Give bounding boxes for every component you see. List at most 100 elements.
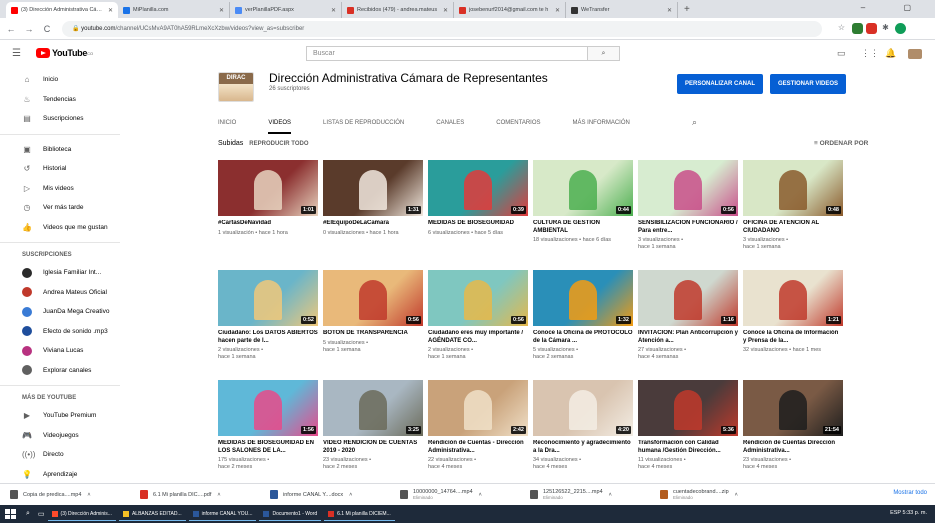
video-card[interactable]: 1:01 #CartasDeNavidad 1 visualización • ha… bbox=[218, 160, 318, 237]
video-thumbnail[interactable]: 0:44 bbox=[533, 160, 633, 216]
video-title[interactable]: MEDIDAS DE BIOSEGURIDAD bbox=[428, 220, 528, 228]
extension-icon[interactable] bbox=[866, 23, 877, 34]
profile-avatar[interactable] bbox=[895, 23, 906, 34]
video-card[interactable]: 0:44 CULTURA DE GESTION AMBIENTAL 18 visua… bbox=[533, 160, 633, 244]
sidebar-item-youtube-premium[interactable]: ▶ YouTube Premium bbox=[0, 406, 120, 426]
chevron-up-icon[interactable]: ˄ bbox=[609, 492, 612, 498]
sidebar-item-videojuegos[interactable]: 🎮 Videojuegos bbox=[0, 426, 120, 446]
subscription-item[interactable]: Andrea Mateus Oficial bbox=[0, 283, 120, 303]
sidebar-item-aprendizaje[interactable]: 💡 Aprendizaje bbox=[0, 465, 120, 485]
channel-avatar[interactable]: DIRAC bbox=[218, 72, 254, 102]
video-title[interactable]: Ciudadano eres muy importante / AGÉNDATE… bbox=[428, 330, 528, 345]
window-controls[interactable]: – ▢ bbox=[861, 3, 929, 12]
taskbar-app[interactable]: ALBANZAS EDITAD... bbox=[118, 507, 186, 521]
video-title[interactable]: Reconocimiento y agradecimiento a la Dra… bbox=[533, 440, 633, 455]
notifications-icon[interactable]: 🔔 bbox=[885, 48, 896, 59]
chevron-up-icon[interactable]: ˄ bbox=[87, 492, 90, 498]
chevron-up-icon[interactable]: ˄ bbox=[349, 492, 352, 498]
sidebar-item-tendencias[interactable]: ♨ Tendencias bbox=[0, 90, 120, 110]
video-card[interactable]: 1:16 INVITACIÓN: Plan Anticorrupción y At… bbox=[638, 270, 738, 361]
sidebar-item-inicio[interactable]: ⌂ Inicio bbox=[0, 70, 120, 90]
taskbar-app[interactable]: 6.1 Mi planilla DICIEM... bbox=[324, 507, 395, 521]
video-thumbnail[interactable]: 0:48 bbox=[743, 160, 843, 216]
tab-listas-de-reproducci-n[interactable]: LISTAS DE REPRODUCCIÓN bbox=[323, 112, 404, 134]
apps-icon[interactable]: ⋮⋮ bbox=[861, 48, 879, 59]
video-title[interactable]: INVITACIÓN: Plan Anticorrupción y Atenci… bbox=[638, 330, 738, 345]
subscription-item[interactable]: Explorar canales bbox=[0, 361, 120, 381]
video-title[interactable]: #CartasDeNavidad bbox=[218, 220, 318, 228]
video-title[interactable]: Rendición de Cuentas - Dirección Adminis… bbox=[428, 440, 528, 455]
video-thumbnail[interactable]: 0:56 bbox=[638, 160, 738, 216]
video-thumbnail[interactable]: 0:56 bbox=[428, 270, 528, 326]
video-title[interactable]: Conoce la Oficina de Información y Prens… bbox=[743, 330, 843, 345]
video-title[interactable]: Transformación con Calidad humana /Gesti… bbox=[638, 440, 738, 455]
video-title[interactable]: MEDIDAS DE BIOSEGURIDAD EN LOS SALONES D… bbox=[218, 440, 318, 455]
video-title[interactable]: VIDEO RENDICION DE CUENTAS 2019 - 2020 bbox=[323, 440, 423, 455]
play-all-button[interactable]: REPRODUCIR TODO bbox=[249, 141, 308, 147]
video-card[interactable]: 0:56 Ciudadano eres muy importante / AGÉN… bbox=[428, 270, 528, 361]
back-icon[interactable]: ← bbox=[4, 24, 18, 34]
sidebar-item-suscripciones[interactable]: ▤ Suscripciones bbox=[0, 109, 120, 129]
tab-canales[interactable]: CANALES bbox=[436, 112, 464, 134]
reload-icon[interactable]: C bbox=[40, 24, 54, 34]
star-icon[interactable]: ☆ bbox=[836, 23, 847, 34]
taskbar-app[interactable]: Documento1 - Word bbox=[259, 507, 322, 521]
video-thumbnail[interactable]: 1:21 bbox=[743, 270, 843, 326]
browser-tab[interactable]: (3) Dirección Administrativa Cám... ✕ bbox=[6, 2, 118, 18]
system-clock[interactable]: ESP 5:33 p. m. bbox=[890, 510, 927, 516]
browser-tab[interactable]: Recibidos (479) - andrea.mateus ✕ bbox=[342, 2, 454, 18]
video-thumbnail[interactable]: 2:42 bbox=[428, 380, 528, 436]
download-item[interactable]: cuentadecobrand....zip Eliminado ˄ bbox=[650, 489, 780, 500]
video-thumbnail[interactable]: 1:01 bbox=[218, 160, 318, 216]
video-title[interactable]: Ciudadano: Los DATOS ABIERTOS hacen part… bbox=[218, 330, 318, 345]
manage-videos-button[interactable]: GESTIONAR VIDEOS bbox=[770, 74, 847, 94]
tab-inicio[interactable]: INICIO bbox=[218, 112, 236, 134]
channel-search-icon[interactable]: ⌕ bbox=[692, 117, 697, 128]
puzzle-icon[interactable]: ✱ bbox=[880, 23, 891, 34]
url-field[interactable]: 🔒 youtube.com/channel/UCsMvA9AT0hA59RLme… bbox=[62, 21, 822, 37]
subscription-item[interactable]: Efecto de sonido .mp3 bbox=[0, 322, 120, 342]
sidebar-item-directo[interactable]: ((•)) Directo bbox=[0, 445, 120, 465]
video-card[interactable]: 5:36 Transformación con Calidad humana /G… bbox=[638, 380, 738, 471]
youtube-logo[interactable]: YouTube CO bbox=[36, 48, 93, 58]
sort-by-button[interactable]: ≡ ORDENAR POR bbox=[814, 140, 868, 147]
video-title[interactable]: SENSIBILIZACIÓN FUNCIONARIO / Para entre… bbox=[638, 220, 738, 235]
tab-videos[interactable]: VIDEOS bbox=[268, 112, 292, 134]
video-thumbnail[interactable]: 1:31 bbox=[323, 160, 423, 216]
video-title[interactable]: CULTURA DE GESTION AMBIENTAL bbox=[533, 220, 633, 235]
customize-channel-button[interactable]: PERSONALIZAR CANAL bbox=[677, 74, 763, 94]
video-title[interactable]: #ElEquipoDeLaCamara bbox=[323, 220, 423, 228]
sidebar-item-videos-que-me-gustan[interactable]: 👍 Videos que me gustan bbox=[0, 218, 120, 238]
video-card[interactable]: 1:31 #ElEquipoDeLaCamara 0 visualizaciones… bbox=[323, 160, 423, 237]
video-title[interactable]: OFICINA DE ATENCIÓN AL CIUDADANO bbox=[743, 220, 843, 235]
sidebar-item-mis-videos[interactable]: ▷ Mis videos bbox=[0, 179, 120, 199]
video-thumbnail[interactable]: 1:56 bbox=[218, 380, 318, 436]
tab-close-icon[interactable]: ✕ bbox=[219, 7, 224, 14]
video-thumbnail[interactable]: 3:25 bbox=[323, 380, 423, 436]
tab-close-icon[interactable]: ✕ bbox=[555, 7, 560, 14]
video-thumbnail[interactable]: 21:54 bbox=[743, 380, 843, 436]
tab-m-s-informaci-n[interactable]: MÁS INFORMACIÓN bbox=[573, 112, 630, 134]
download-item[interactable]: 125126522_2215....mp4 Eliminado ˄ bbox=[520, 489, 650, 500]
menu-icon[interactable]: ☰ bbox=[12, 48, 21, 59]
search-button[interactable]: ⌕ bbox=[588, 46, 620, 61]
subscription-item[interactable]: JuanDa Mega Creativo bbox=[0, 302, 120, 322]
tab-close-icon[interactable]: ✕ bbox=[108, 7, 113, 14]
browser-tab[interactable]: WeTransfer ✕ bbox=[566, 2, 678, 18]
start-icon[interactable] bbox=[4, 508, 18, 520]
video-title[interactable]: BOTON DE TRANSPARENCIA bbox=[323, 330, 423, 338]
new-tab-icon[interactable]: + bbox=[678, 2, 696, 18]
video-thumbnail[interactable]: 0:56 bbox=[323, 270, 423, 326]
video-thumbnail[interactable]: 1:16 bbox=[638, 270, 738, 326]
video-card[interactable]: 0:48 OFICINA DE ATENCIÓN AL CIUDADANO 3 vi… bbox=[743, 160, 843, 251]
forward-icon[interactable]: → bbox=[22, 24, 36, 34]
subscription-item[interactable]: Iglesia Familiar Int... bbox=[0, 263, 120, 283]
video-card[interactable]: 0:39 MEDIDAS DE BIOSEGURIDAD 6 visualizaci… bbox=[428, 160, 528, 237]
video-card[interactable]: 1:32 Conoce la Oficina de PROTOCOLO de la… bbox=[533, 270, 633, 361]
video-card[interactable]: 0:52 Ciudadano: Los DATOS ABIERTOS hacen … bbox=[218, 270, 318, 361]
video-card[interactable]: 0:56 SENSIBILIZACIÓN FUNCIONARIO / Para e… bbox=[638, 160, 738, 251]
tab-close-icon[interactable]: ✕ bbox=[667, 7, 672, 14]
chevron-up-icon[interactable]: ˄ bbox=[735, 492, 738, 498]
extension-icon[interactable] bbox=[852, 23, 863, 34]
video-thumbnail[interactable]: 1:32 bbox=[533, 270, 633, 326]
